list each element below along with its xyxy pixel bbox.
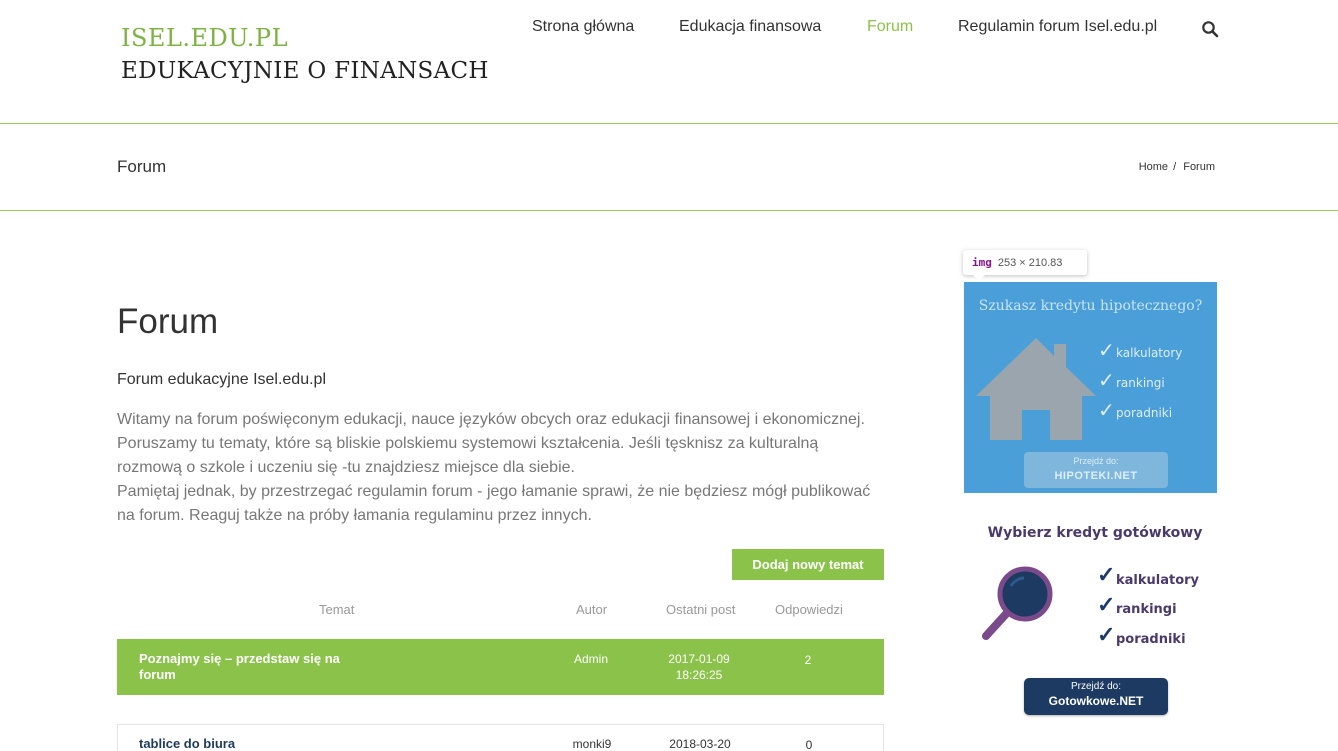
devtools-element-tooltip: img 253 × 210.83 <box>963 250 1087 281</box>
ad2-title: Wybierz kredyt gotówkowy <box>987 525 1203 541</box>
breadcrumb: Home / Forum <box>1139 161 1217 173</box>
check-icon: ✓ <box>1097 592 1116 617</box>
house-icon <box>976 338 1096 440</box>
topic-last-post-time: 18:26:25 <box>675 668 723 682</box>
mortgage-ad-banner[interactable]: Szukasz kredytu hipotecznego? ✓ kalkulat… <box>964 282 1217 493</box>
ad1-item: poradniki <box>1116 406 1173 420</box>
column-header-replies: Odpowiedzi <box>775 602 843 617</box>
breadcrumb-separator: / <box>1173 161 1177 173</box>
breadcrumb-current: Forum <box>1183 161 1215 173</box>
nav-item-home[interactable]: Strona główna <box>532 18 634 36</box>
table-row[interactable]: tablice do biura monki9 2018-03-20 0 <box>117 724 884 751</box>
hipoteki-button[interactable]: Przejdź do: HIPOTEKI.NET <box>1024 452 1168 488</box>
ad1-item: rankingi <box>1116 376 1165 390</box>
nav-item-forum[interactable]: Forum <box>867 18 913 36</box>
forum-subtitle: Forum edukacyjne Isel.edu.pl <box>117 371 326 388</box>
titlebar-title: Forum <box>117 157 167 176</box>
add-new-topic-button[interactable]: Dodaj nowy temat <box>732 549 884 580</box>
topic-replies: 0 <box>805 738 813 751</box>
check-icon: ✓ <box>1098 400 1115 422</box>
ad2-button-small: Przejdź do: <box>1070 681 1122 692</box>
topic-author: monki9 <box>572 737 612 751</box>
nav-item-financial-education[interactable]: Edukacja finansowa <box>679 18 821 36</box>
forum-intro: Witamy na forum poświęconym edukacji, na… <box>117 408 887 528</box>
topic-author: Admin <box>573 652 608 666</box>
breadcrumb-home[interactable]: Home <box>1139 161 1168 173</box>
logo-site-name[interactable]: ISEL.EDU.PL <box>121 24 288 52</box>
column-header-author: Autor <box>576 602 608 617</box>
topic-last-post-date: 2017-01-09 <box>668 652 730 666</box>
ad1-item: kalkulatory <box>1116 346 1183 360</box>
page-title: Forum <box>117 302 219 341</box>
topic-last-post-date: 2018-03-20 <box>669 737 731 751</box>
ad2-item: rankingi <box>1116 602 1177 617</box>
check-icon: ✓ <box>1097 622 1116 647</box>
tooltip-dimensions: 253 × 210.83 <box>997 257 1063 269</box>
check-icon: ✓ <box>1098 370 1115 392</box>
page-title-bar: Forum Home / Forum <box>0 125 1338 211</box>
ad1-title: Szukasz kredytu hipotecznego? <box>978 298 1203 314</box>
ad2-item: kalkulatory <box>1116 573 1200 588</box>
column-header-topic: Temat <box>319 602 355 617</box>
logo-tagline[interactable]: EDUKACYJNIE O FINANSACH <box>121 58 489 84</box>
ad2-button-big: Gotowkowe.NET <box>1048 694 1144 708</box>
intro-line: Pamiętaj jednak, by przestrzegać regulam… <box>117 483 871 500</box>
gotowkowe-button[interactable]: Przejdź do: Gotowkowe.NET <box>1024 678 1168 715</box>
topic-link[interactable]: Poznajmy się – przedstaw się na forum <box>139 651 359 683</box>
site-header: ISEL.EDU.PL EDUKACYJNIE O FINANSACH Stro… <box>0 0 1338 124</box>
tooltip-tag: img <box>972 256 992 269</box>
search-icon[interactable] <box>1201 20 1219 38</box>
ad1-button-big: HIPOTEKI.NET <box>1054 470 1138 482</box>
topic-replies: 2 <box>804 653 812 667</box>
ad2-item: poradniki <box>1116 632 1186 647</box>
check-icon: ✓ <box>1098 340 1115 362</box>
intro-line: Witamy na forum poświęconym edukacji, na… <box>117 411 865 428</box>
table-row[interactable]: Poznajmy się – przedstaw się na forum Ad… <box>117 639 884 695</box>
intro-line: rozmową o szkole i uczeniu się -tu znajd… <box>117 459 575 476</box>
magnifier-icon <box>982 566 1053 640</box>
check-icon: ✓ <box>1097 562 1116 587</box>
intro-line: na forum. Reaguj także na próby łamania … <box>117 507 592 524</box>
ad1-button-small: Przejdź do: <box>1073 456 1119 466</box>
column-header-last-post: Ostatni post <box>666 602 736 617</box>
intro-line: Poruszamy tu tematy, które są bliskie po… <box>117 435 819 452</box>
nav-item-forum-rules[interactable]: Regulamin forum Isel.edu.pl <box>958 18 1157 36</box>
topic-link[interactable]: tablice do biura <box>139 736 235 751</box>
